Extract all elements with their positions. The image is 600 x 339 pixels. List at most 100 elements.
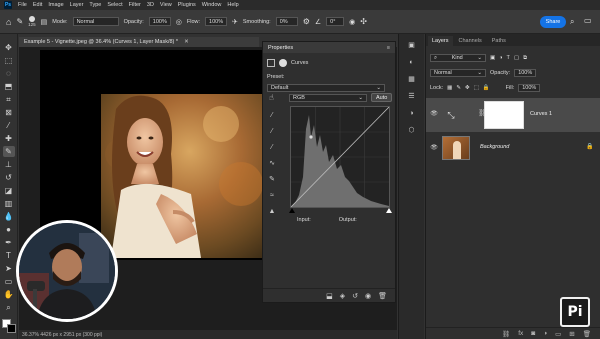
smooth-curve-icon[interactable]: ≈ <box>267 190 277 200</box>
menu-view[interactable]: View <box>160 2 172 8</box>
tab-paths[interactable]: Paths <box>488 36 510 46</box>
filter-pixel-icon[interactable]: ▣ <box>490 55 495 61</box>
search-icon[interactable]: ⌕ <box>570 17 574 27</box>
add-mask-icon[interactable]: ◙ <box>531 330 535 337</box>
color-icon[interactable]: ◐ <box>406 57 417 67</box>
new-adjustment-layer-icon[interactable]: ◑ <box>543 330 547 337</box>
filter-shape-icon[interactable]: ▢ <box>514 55 519 61</box>
flow-field[interactable]: 100% <box>205 17 228 26</box>
crop-tool-icon[interactable]: ⌗ <box>3 94 15 105</box>
close-icon[interactable]: ✕ <box>184 39 189 45</box>
blend-mode-select[interactable]: Normal ⌄ <box>430 69 486 77</box>
brush-tool-icon[interactable]: ✎ <box>2 146 15 157</box>
layer-mask-thumbnail[interactable] <box>484 101 524 129</box>
menu-3d[interactable]: 3D <box>147 2 154 8</box>
home-icon[interactable]: ⌂ <box>6 17 11 27</box>
reset-icon[interactable]: ↺ <box>352 292 358 300</box>
lock-all-icon[interactable]: 🔒 <box>483 85 490 91</box>
rectangle-tool-icon[interactable]: ▭ <box>3 276 15 287</box>
history-brush-tool-icon[interactable]: ↺ <box>3 172 15 183</box>
object-selection-tool-icon[interactable]: ⬒ <box>3 81 15 92</box>
menu-filter[interactable]: Filter <box>129 2 141 8</box>
eyedropper-tool-icon[interactable]: ⁄ <box>3 120 15 131</box>
path-selection-tool-icon[interactable]: ➤ <box>3 263 15 274</box>
blur-tool-icon[interactable]: 💧 <box>3 211 15 222</box>
brush-tool-icon[interactable]: ✎ <box>16 17 23 26</box>
symmetry-icon[interactable]: ✣ <box>360 17 367 26</box>
lock-icon[interactable]: 🔒 <box>586 143 593 150</box>
visibility-icon[interactable]: ◉ <box>365 292 371 300</box>
view-previous-icon[interactable]: ◈ <box>340 292 345 300</box>
edit-points-icon[interactable]: ∿ <box>267 158 277 168</box>
curves-graph[interactable] <box>290 106 390 208</box>
menu-help[interactable]: Help <box>227 2 238 8</box>
dodge-tool-icon[interactable]: ● <box>3 224 15 235</box>
smoothing-settings-icon[interactable]: ⚙ <box>303 17 310 26</box>
lasso-tool-icon[interactable]: ◌ <box>3 68 15 79</box>
fill-field[interactable]: 100% <box>518 84 541 92</box>
draw-curve-icon[interactable]: ✎ <box>267 174 277 184</box>
brush-settings-icon[interactable]: ▤ <box>41 18 48 26</box>
white-point-eyedropper-icon[interactable]: ⁄ <box>267 142 277 152</box>
lock-pixels-icon[interactable]: ▦ <box>447 85 452 91</box>
type-tool-icon[interactable]: T <box>3 250 15 261</box>
auto-button[interactable]: Auto <box>371 93 393 102</box>
lock-paint-icon[interactable]: ✎ <box>456 85 461 91</box>
layer-curves-1[interactable]: 👁 ⤡ ⛓ Curves 1 <box>426 98 600 132</box>
trash-icon[interactable]: 🗑 <box>583 330 591 338</box>
menu-select[interactable]: Select <box>107 2 122 8</box>
adjustments-icon[interactable]: ◑ <box>406 108 417 118</box>
properties-icon[interactable]: ☰ <box>406 91 417 101</box>
menu-plugins[interactable]: Plugins <box>178 2 196 8</box>
new-group-icon[interactable]: ▭ <box>555 330 561 338</box>
mask-icon[interactable] <box>279 59 287 67</box>
move-tool-icon[interactable]: ✥ <box>3 42 15 53</box>
menu-type[interactable]: Type <box>89 2 101 8</box>
menu-layer[interactable]: Layer <box>70 2 84 8</box>
channel-select[interactable]: RGB ⌄ <box>289 94 367 102</box>
visibility-icon[interactable]: 👁 <box>430 110 438 117</box>
hand-tool-icon[interactable]: ✋ <box>3 289 15 300</box>
link-layers-icon[interactable]: ⛓ <box>502 330 510 338</box>
layer-opacity-field[interactable]: 100% <box>514 69 537 77</box>
menu-window[interactable]: Window <box>202 2 222 8</box>
eraser-tool-icon[interactable]: ◪ <box>3 185 15 196</box>
visibility-icon[interactable]: 👁 <box>430 144 438 151</box>
pressure-size-icon[interactable]: ◉ <box>349 18 355 26</box>
layer-background[interactable]: 👁 Background 🔒 <box>426 132 600 164</box>
opacity-field[interactable]: 100% <box>148 17 171 26</box>
pen-tool-icon[interactable]: ✒ <box>3 237 15 248</box>
clipping-warning-icon[interactable]: ▲ <box>267 206 277 216</box>
smoothing-field[interactable]: 0% <box>275 17 298 26</box>
hand-adjust-icon[interactable]: ☝ <box>269 93 274 102</box>
healing-brush-tool-icon[interactable]: ✚ <box>3 133 15 144</box>
zoom-tool-icon[interactable]: ⌕ <box>3 302 15 313</box>
tab-layers[interactable]: Layers <box>428 36 453 46</box>
libraries-icon[interactable]: ⬡ <box>406 125 417 135</box>
layer-style-icon[interactable]: fx <box>518 330 523 337</box>
share-button[interactable]: Share <box>540 16 566 28</box>
filter-smart-icon[interactable]: ⧉ <box>523 55 527 62</box>
marquee-tool-icon[interactable]: ⬚ <box>3 55 15 66</box>
angle-field[interactable]: 0° <box>326 17 345 26</box>
brush-preset-picker[interactable]: 125 <box>28 16 36 27</box>
filter-type-icon[interactable]: T <box>507 55 510 61</box>
menu-edit[interactable]: Edit <box>33 2 42 8</box>
new-layer-icon[interactable]: ⊞ <box>569 330 574 338</box>
tab-channels[interactable]: Channels <box>455 36 486 46</box>
background-color[interactable] <box>6 324 16 333</box>
trash-icon[interactable]: 🗑 <box>378 292 387 300</box>
lock-position-icon[interactable]: ✥ <box>465 85 470 91</box>
layer-filter-select[interactable]: ⌕ Kind ⌄ <box>430 54 486 62</box>
mode-select[interactable]: Normal <box>72 17 119 26</box>
document-tab[interactable]: Example 5 - Vignette.jpeg @ 36.4% (Curve… <box>19 37 259 47</box>
menu-file[interactable]: File <box>18 2 27 8</box>
gradient-tool-icon[interactable]: ▥ <box>3 198 15 209</box>
white-point-slider[interactable] <box>386 208 392 213</box>
history-icon[interactable]: ▣ <box>406 40 417 50</box>
preset-select[interactable]: Default ⌄ <box>267 84 385 92</box>
clip-to-layer-icon[interactable]: ⬓ <box>326 292 333 300</box>
frame-tool-icon[interactable]: ⊠ <box>3 107 15 118</box>
panel-menu-icon[interactable]: ≡ <box>387 45 390 51</box>
clone-stamp-tool-icon[interactable]: ⊥ <box>3 159 15 170</box>
